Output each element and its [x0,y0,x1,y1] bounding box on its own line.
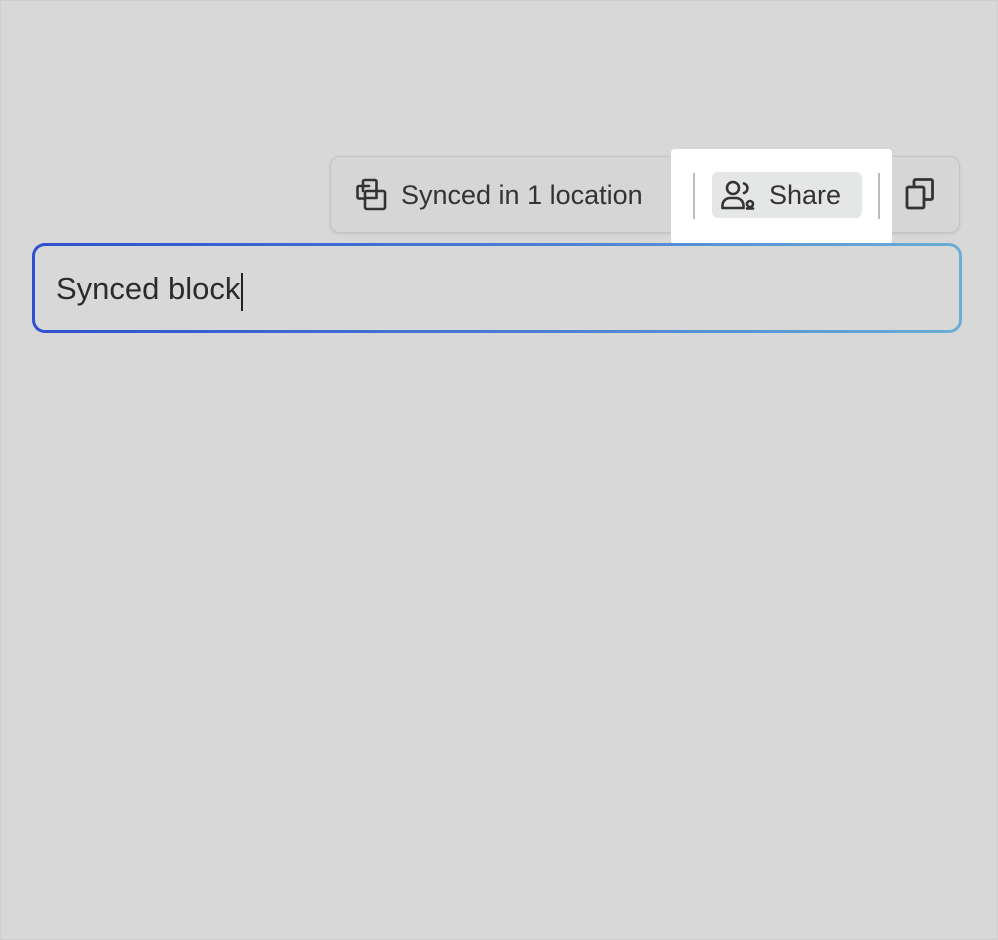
share-button[interactable]: Share [712,172,862,218]
synced-block[interactable]: Synced block [32,243,962,333]
people-icon [720,177,756,213]
copy-button[interactable] [902,177,938,216]
toolbar-divider [878,173,880,219]
text-caret [241,273,244,311]
synced-status-label: Synced in 1 location [401,179,643,210]
synced-block-content[interactable]: Synced block [35,246,959,330]
synced-block-icon [353,177,389,213]
synced-block-text[interactable]: Synced block [56,271,240,307]
share-label: Share [769,179,842,210]
page-canvas: Synced in 1 location Share Synced block [0,0,998,940]
copy-icon [904,177,936,216]
synced-status-button[interactable]: Synced in 1 location [353,177,643,213]
synced-block-toolbar: Synced in 1 location Share [330,149,960,244]
toolbar-divider [693,173,695,219]
